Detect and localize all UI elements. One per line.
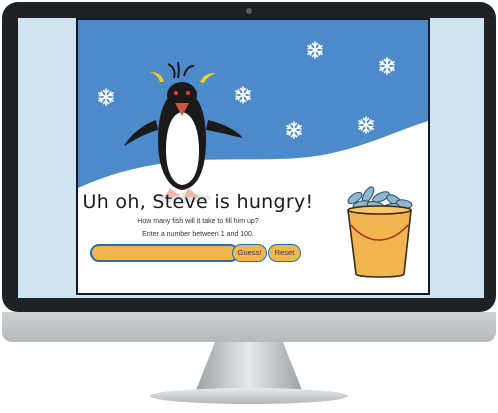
snowflake-icon: [379, 57, 395, 75]
game-canvas: Uh oh, Steve is hungry! How many fish wi…: [76, 18, 430, 295]
guess-input[interactable]: [90, 244, 239, 262]
monitor-chin: [2, 312, 496, 342]
snowflake-icon: [98, 88, 114, 106]
webcam-dot: [246, 8, 252, 14]
game-headline: Uh oh, Steve is hungry!: [82, 191, 314, 213]
monitor-base: [150, 388, 348, 404]
game-prompt-instructions: Enter a number between 1 and 100.: [142, 231, 254, 238]
game-prompt-question: How many fish will it take to fill him u…: [137, 218, 259, 225]
snowflake-icon: [286, 121, 302, 139]
snowflake-icon: [358, 116, 374, 134]
guess-button[interactable]: Guess!: [232, 244, 267, 262]
monitor-screen: Uh oh, Steve is hungry! How many fish wi…: [18, 18, 484, 298]
reset-button[interactable]: Reset: [268, 244, 301, 262]
monitor-stand: [196, 342, 302, 390]
monitor-bezel: Uh oh, Steve is hungry! How many fish wi…: [2, 2, 496, 312]
snowflake-icon: [307, 41, 323, 59]
snowflake-icon: [235, 86, 251, 104]
